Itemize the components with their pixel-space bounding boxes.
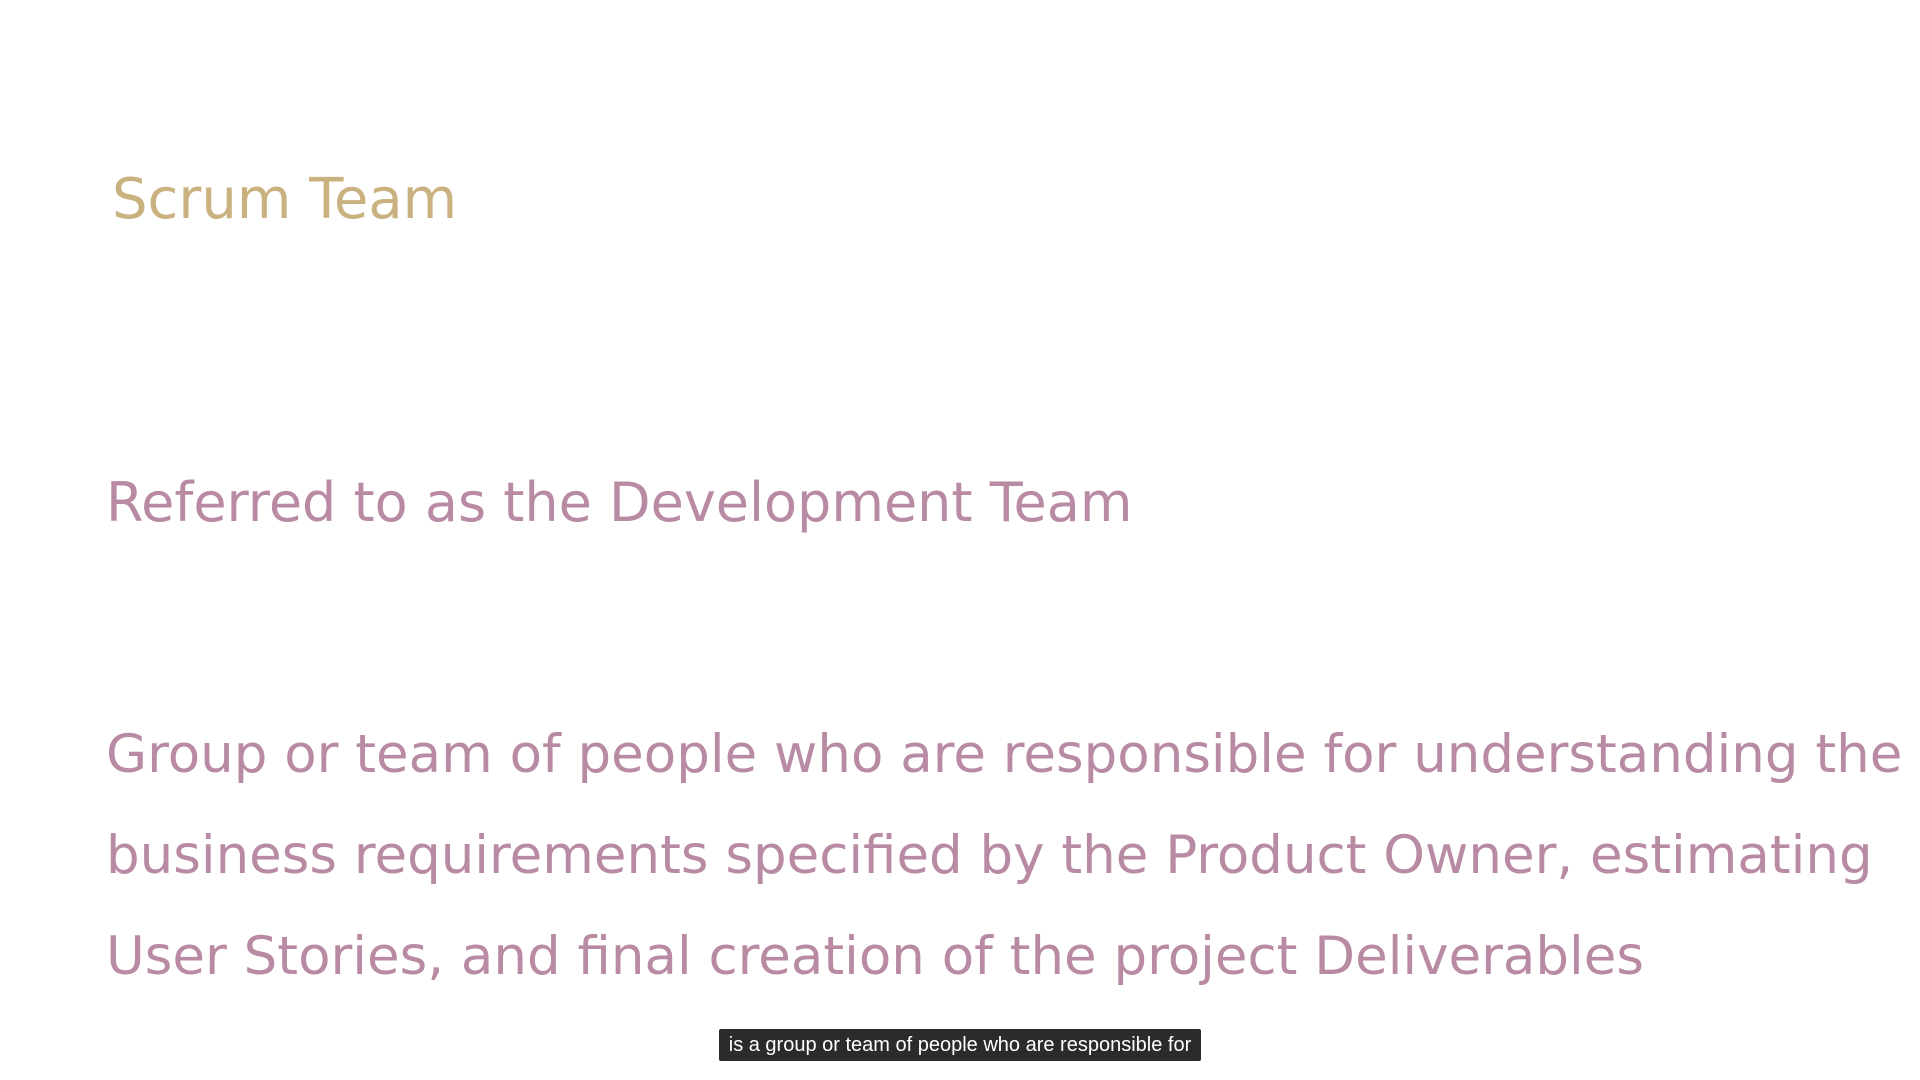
slide-body: Group or team of people who are responsi…: [106, 720, 1903, 1023]
body-line-2: business requirements specified by the P…: [106, 825, 1873, 886]
caption-container: is a group or team of people who are res…: [0, 1029, 1920, 1061]
slide-title: Scrum Team: [112, 167, 458, 232]
body-line-3: User Stories, and final creation of the …: [106, 926, 1644, 987]
video-frame: Scrum Team Referred to as the Developmen…: [0, 0, 1920, 1080]
slide-subtitle: Referred to as the Development Team: [106, 471, 1133, 534]
closed-caption: is a group or team of people who are res…: [718, 1029, 1202, 1061]
body-line-1: Group or team of people who are responsi…: [106, 724, 1903, 785]
